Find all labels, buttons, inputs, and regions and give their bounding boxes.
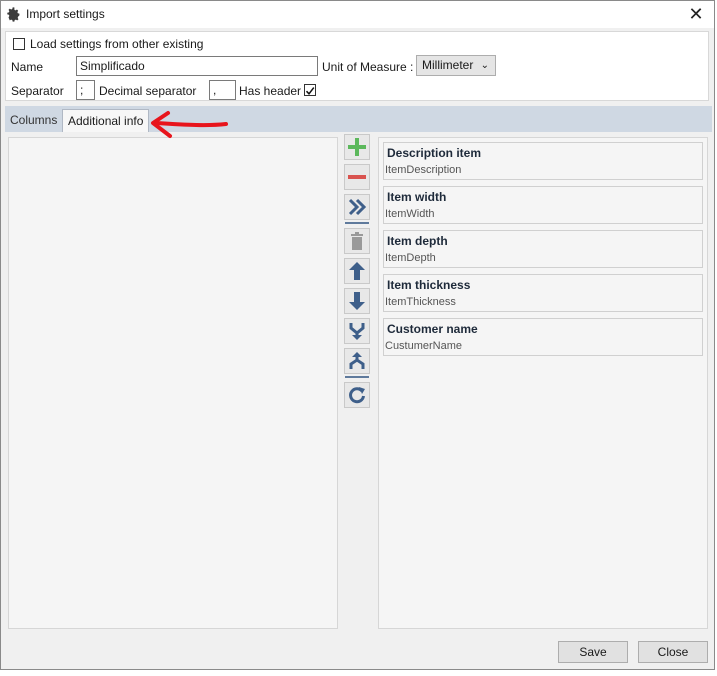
toolbar-divider (345, 376, 369, 378)
list-item[interactable]: Item thickness ItemThickness (383, 274, 703, 312)
add-icon (348, 138, 366, 156)
checkmark-icon (305, 87, 315, 95)
item-title: Description item (387, 146, 482, 160)
delete-button[interactable] (344, 228, 370, 254)
window-title: Import settings (26, 7, 105, 21)
move-right-button[interactable] (344, 194, 370, 220)
item-title: Item thickness (387, 278, 471, 292)
list-item[interactable]: Item width ItemWidth (383, 186, 703, 224)
save-button[interactable]: Save (558, 641, 628, 663)
red-arrow-annotation (151, 111, 228, 138)
refresh-icon (349, 387, 365, 404)
chevron-down-icon: ⌄ (480, 60, 489, 71)
decimal-separator-input[interactable]: , (209, 80, 236, 100)
split-button[interactable] (344, 348, 370, 374)
list-item[interactable]: Item depth ItemDepth (383, 230, 703, 268)
item-field: ItemDescription (385, 164, 462, 176)
merge-icon (349, 323, 365, 340)
available-fields-list[interactable] (8, 137, 338, 629)
tab-strip: Columns Additional info (5, 106, 712, 132)
name-label: Name (11, 60, 44, 74)
list-item[interactable]: Customer name CustumerName (383, 318, 703, 356)
arrow-up-icon (349, 262, 365, 280)
remove-button[interactable] (344, 164, 370, 190)
item-title: Item width (387, 190, 447, 204)
move-right-icon (348, 198, 367, 216)
unit-of-measure-select[interactable]: Millimeter ⌄ (416, 55, 496, 76)
separator-label: Separator (11, 84, 64, 98)
tab-additional-info[interactable]: Additional info (62, 109, 150, 132)
tab-columns[interactable]: Columns (5, 109, 62, 132)
has-header-checkbox[interactable] (304, 84, 316, 96)
item-title: Customer name (387, 322, 478, 336)
selected-fields-list: Description item ItemDescription Item wi… (378, 137, 708, 629)
arrow-down-icon (349, 292, 365, 310)
decimal-separator-label: Decimal separator (99, 84, 197, 98)
additional-info-content: Description item ItemDescription Item wi… (5, 132, 712, 632)
item-field: ItemDepth (385, 252, 436, 264)
load-existing-label: Load settings from other existing (30, 37, 204, 51)
separator-input[interactable]: ; (76, 80, 95, 100)
list-item[interactable]: Description item ItemDescription (383, 142, 703, 180)
unit-of-measure-label: Unit of Measure : (322, 60, 414, 74)
has-header-label: Has header (239, 84, 302, 98)
title-bar: Import settings ✕ (1, 1, 714, 28)
name-input[interactable]: Simplificado (76, 56, 318, 76)
import-settings-window: Import settings ✕ Load settings from oth… (0, 0, 715, 670)
move-up-button[interactable] (344, 258, 370, 284)
gear-icon (7, 7, 20, 22)
item-field: ItemThickness (385, 296, 456, 308)
load-existing-checkbox[interactable] (13, 38, 25, 50)
unit-of-measure-value: Millimeter (422, 58, 474, 72)
dialog-footer: Save Close (1, 632, 714, 669)
add-button[interactable] (344, 134, 370, 160)
item-field: ItemWidth (385, 208, 435, 220)
close-button[interactable]: Close (638, 641, 708, 663)
trash-icon (351, 232, 363, 250)
move-down-button[interactable] (344, 288, 370, 314)
split-icon (349, 352, 365, 369)
refresh-button[interactable] (344, 382, 370, 408)
item-field: CustumerName (385, 340, 463, 352)
merge-button[interactable] (344, 318, 370, 344)
remove-icon (348, 175, 366, 179)
close-window-button[interactable]: ✕ (686, 4, 706, 24)
toolbar-divider (345, 222, 369, 224)
item-title: Item depth (387, 234, 448, 248)
settings-panel: Load settings from other existing Name S… (5, 31, 709, 101)
